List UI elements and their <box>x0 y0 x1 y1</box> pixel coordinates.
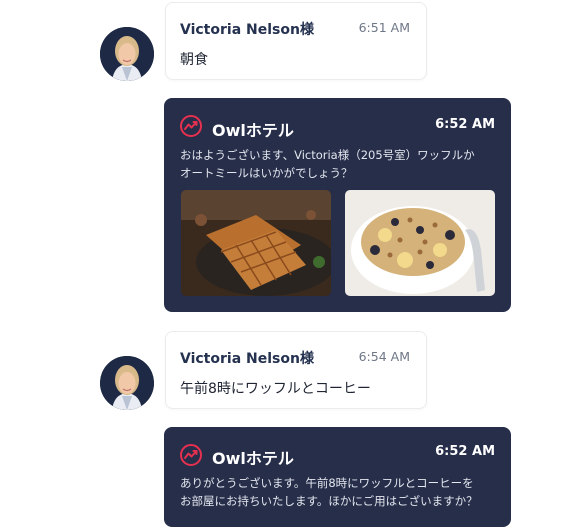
message-text-line: ありがとうございます。午前8時にワッフルとコーヒーを <box>180 476 474 490</box>
message-text: 朝食 <box>180 52 208 68</box>
sender-name: Victoria Nelson様 <box>180 351 314 367</box>
sender-name: Owlホテル <box>212 449 294 468</box>
guest-avatar <box>100 27 154 81</box>
message-text-line: おはようございます、Victoria様（205号室）ワッフルか <box>180 148 475 162</box>
waffle-photo[interactable] <box>181 190 331 296</box>
message-text: ありがとうございます。午前8時にワッフルとコーヒーを お部屋にお持ちいたします。… <box>180 474 500 510</box>
oatmeal-photo[interactable] <box>345 190 495 296</box>
hotel-message-card: Owlホテル 6:52 AM ありがとうございます。午前8時にワッフルとコーヒー… <box>164 427 511 527</box>
message-text: おはようございます、Victoria様（205号室）ワッフルか オートミールはい… <box>180 146 500 182</box>
message-time: 6:51 AM <box>358 20 410 35</box>
message-time: 6:54 AM <box>358 349 410 364</box>
owl-logo-icon <box>179 114 203 138</box>
guest-message-card: Victoria Nelson様 6:51 AM 朝食 <box>165 2 427 80</box>
guest-message-card: Victoria Nelson様 6:54 AM 午前8時にワッフルとコーヒー <box>165 331 427 409</box>
message-text-line: オートミールはいかがでしょう？ <box>180 166 353 180</box>
guest-avatar <box>100 356 154 410</box>
owl-logo-icon <box>179 443 203 467</box>
message-text-line: お部屋にお持ちいたします。ほかにご用はございますか？ <box>180 494 478 508</box>
message-time: 6:52 AM <box>435 117 495 132</box>
sender-name: Owlホテル <box>212 121 294 140</box>
message-time: 6:52 AM <box>435 444 495 459</box>
message-text: 午前8時にワッフルとコーヒー <box>180 381 371 397</box>
hotel-message-card: Owlホテル 6:52 AM おはようございます、Victoria様（205号室… <box>164 98 511 312</box>
sender-name: Victoria Nelson様 <box>180 22 314 38</box>
